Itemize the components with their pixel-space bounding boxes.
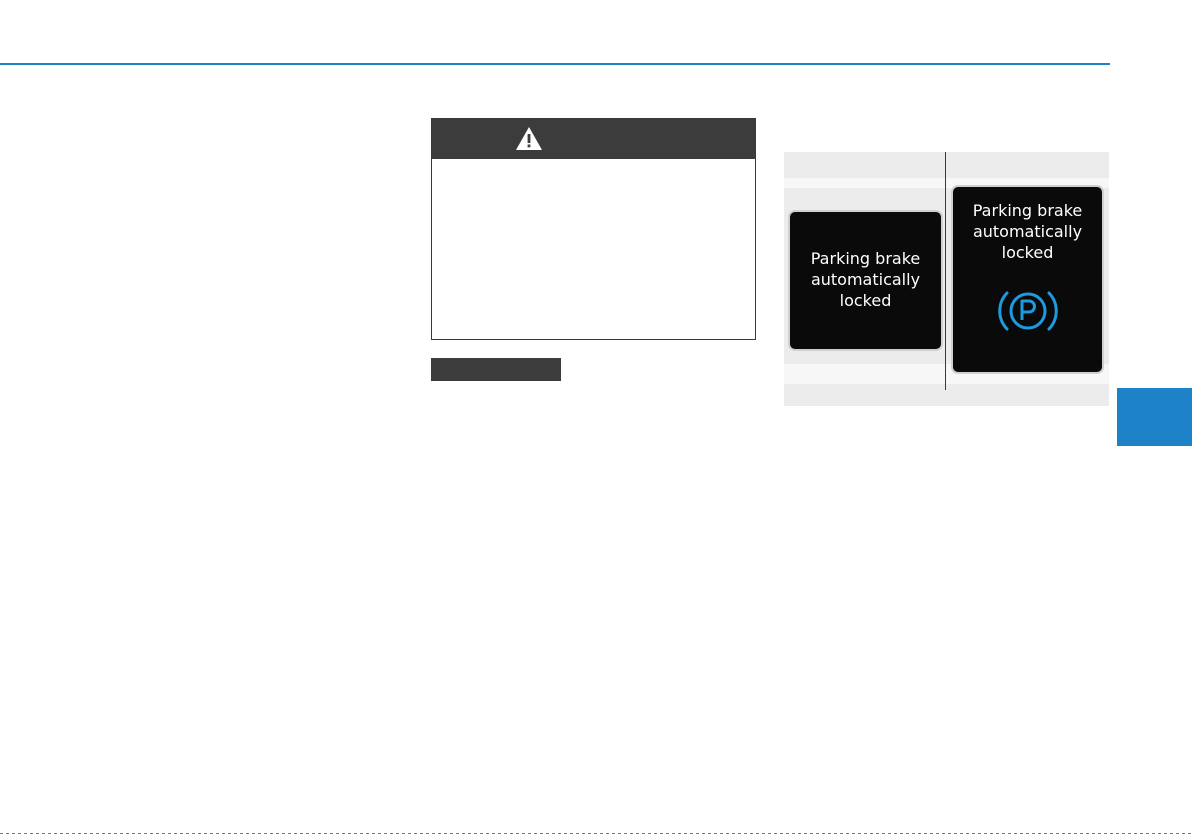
cluster-figure: Parking brake automatically locked Parki… [784, 152, 1109, 406]
warning-triangle-icon [516, 127, 542, 150]
cluster-screen-with-icon: Parking brake automatically locked [953, 187, 1102, 372]
parking-brake-message: Parking brake automatically locked [972, 201, 1083, 262]
cluster-screen-text-only: Parking brake automatically locked [790, 212, 941, 349]
warning-box [431, 118, 756, 340]
caution-label-bar [431, 358, 561, 381]
header-rule [0, 63, 1110, 65]
parking-brake-icon [998, 291, 1058, 331]
warning-header [432, 119, 755, 159]
footer-rule [0, 833, 1192, 834]
parking-brake-message: Parking brake automatically locked [810, 249, 921, 310]
chapter-tab [1117, 388, 1192, 446]
figure-divider [945, 152, 946, 390]
